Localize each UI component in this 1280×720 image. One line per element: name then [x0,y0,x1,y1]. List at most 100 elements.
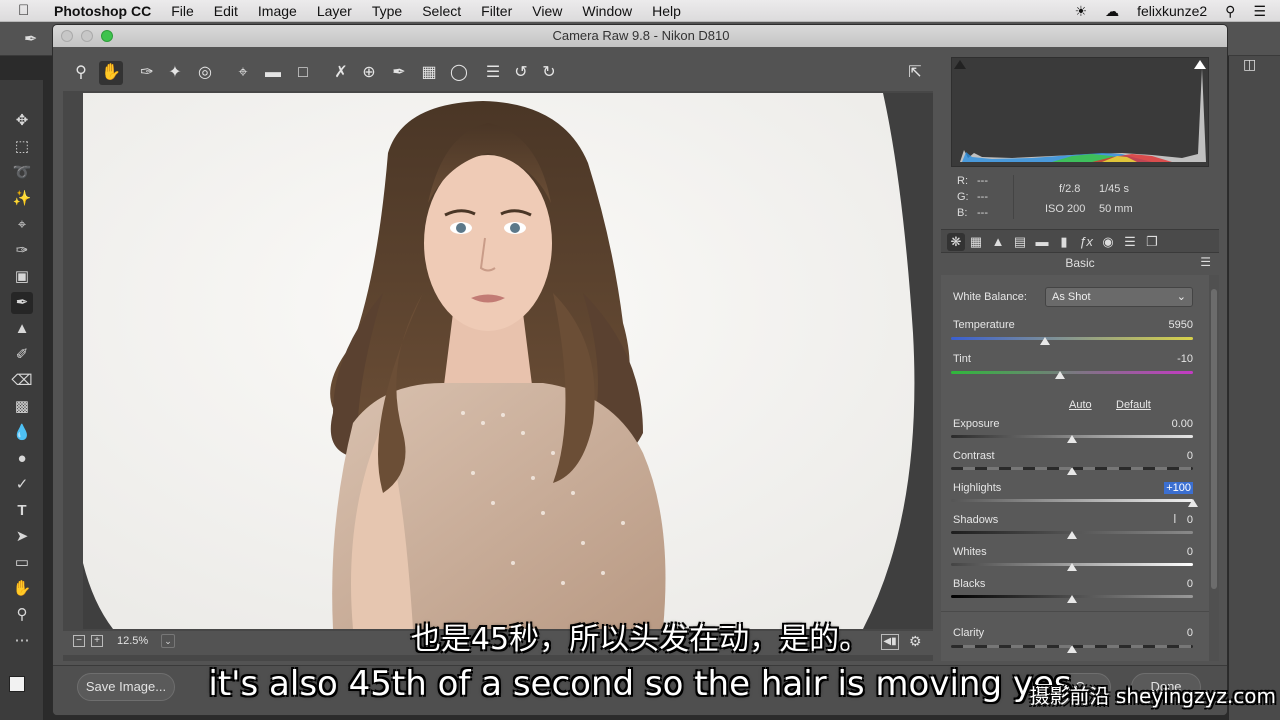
contrast-thumb[interactable] [1067,467,1077,475]
menu-type[interactable]: Type [372,3,402,19]
creative-cloud-icon[interactable]: ☁ [1105,3,1119,20]
detail-tab-icon[interactable]: ▲ [989,233,1007,251]
apple-icon[interactable]:  [18,2,38,19]
rotate-right-icon[interactable]: ↻ [537,61,561,85]
brightness-icon[interactable]: ☀ [1075,3,1088,20]
crop-tool-icon[interactable]: ⌖ [231,61,255,85]
history-brush-icon[interactable]: ✐ [11,344,33,366]
brush-tool-icon[interactable]: ✒ [11,292,33,314]
white-balance-select[interactable]: As Shot ⌄ [1045,287,1193,307]
exposure-thumb[interactable] [1067,435,1077,443]
shutter-speed: 1/45 s [1099,183,1129,195]
user-name[interactable]: felixkunze2 [1137,3,1207,19]
tone-curve-tab-icon[interactable]: ▦ [967,233,985,251]
contrast-value[interactable]: 0 [1133,450,1193,462]
zoom-window-button[interactable] [101,30,113,42]
move-tool-icon[interactable]: ✥ [11,110,33,132]
b-value: --- [977,207,988,219]
toggle-fullscreen-icon[interactable]: ⇱ [903,61,927,85]
menu-select[interactable]: Select [422,3,461,19]
temperature-thumb[interactable] [1040,337,1051,345]
whites-value[interactable]: 0 [1133,546,1193,558]
split-toning-tab-icon[interactable]: ▬ [1033,233,1051,251]
whites-thumb[interactable] [1067,563,1077,571]
blacks-thumb[interactable] [1067,595,1077,603]
gradient-tool-icon[interactable]: ▩ [11,396,33,418]
eraser-tool-icon[interactable]: ⌫ [11,370,33,392]
menu-file[interactable]: File [171,3,194,19]
transform-tool-icon[interactable]: □ [291,61,315,85]
scrollbar-thumb[interactable] [1211,289,1217,589]
pen-tool-icon[interactable]: ✓ [11,474,33,496]
notification-list-icon[interactable]: ☰ [1253,3,1266,20]
effects-tab-icon[interactable]: ƒx [1077,233,1095,251]
panel-menu-icon[interactable]: ☰ [1200,255,1211,269]
preferences-list-icon[interactable]: ☰ [481,61,505,85]
highlight-clipping-icon[interactable] [1194,60,1206,69]
radial-filter-icon[interactable]: ◯ [447,61,471,85]
quick-select-tool-icon[interactable]: ✨ [11,188,33,210]
menu-window[interactable]: Window [582,3,632,19]
close-window-button[interactable] [61,30,73,42]
camera-calibration-tab-icon[interactable]: ◉ [1099,233,1117,251]
blacks-value[interactable]: 0 [1133,578,1193,590]
panel-scrollbar[interactable] [1209,275,1219,661]
type-tool-icon[interactable]: T [11,500,33,522]
presets-tab-icon[interactable]: ☰ [1121,233,1139,251]
color-sampler-tool-icon[interactable]: ✦ [163,61,187,85]
healing-tool-icon[interactable]: ▣ [11,266,33,288]
spotlight-search-icon[interactable]: ⚲ [1225,3,1235,20]
shadows-value[interactable]: 0 [1133,514,1193,526]
tint-value[interactable]: -10 [1133,353,1193,365]
path-select-tool-icon[interactable]: ➤ [11,526,33,548]
rectangle-tool-icon[interactable]: ▭ [11,552,33,574]
temperature-slider[interactable] [951,337,1193,340]
app-menu[interactable]: Photoshop CC [54,3,151,19]
zoom-tool-icon[interactable]: ⚲ [69,61,93,85]
menu-edit[interactable]: Edit [214,3,238,19]
highlights-value-text: +100 [1164,482,1193,494]
adjustment-brush-icon[interactable]: ✒ [387,61,411,85]
highlights-slider[interactable] [951,499,1193,502]
red-eye-tool-icon[interactable]: ⊕ [357,61,381,85]
brush-icon[interactable]: ✒ [24,29,37,49]
hsl-tab-icon[interactable]: ▤ [1011,233,1029,251]
shadows-thumb[interactable] [1067,531,1077,539]
panel-layout-icon[interactable]: ◫ [1243,56,1256,73]
highlights-value[interactable]: +100 [1133,482,1193,494]
lasso-tool-icon[interactable]: ➰ [11,162,33,184]
white-balance-tool-icon[interactable]: ✑ [135,61,159,85]
aperture: f/2.8 [1059,183,1081,195]
snapshots-tab-icon[interactable]: ❐ [1143,233,1161,251]
straighten-tool-icon[interactable]: ▬ [261,61,285,85]
targeted-adjustment-tool-icon[interactable]: ◎ [193,61,217,85]
tint-slider[interactable] [951,371,1193,374]
eyedropper-tool-icon[interactable]: ✑ [11,240,33,262]
menu-filter[interactable]: Filter [481,3,512,19]
hand-tool-icon[interactable]: ✋ [11,578,33,600]
tint-thumb[interactable] [1054,371,1065,379]
menu-help[interactable]: Help [652,3,681,19]
graduated-filter-icon[interactable]: ▦ [417,61,441,85]
highlights-thumb[interactable] [1188,499,1198,507]
hand-tool-icon[interactable]: ✋ [99,61,123,85]
spot-removal-tool-icon[interactable]: ✗ [329,61,353,85]
default-link[interactable]: Default [1116,399,1151,411]
stamp-tool-icon[interactable]: ▲ [11,318,33,340]
exposure-value[interactable]: 0.00 [1133,418,1193,430]
basic-tab-icon[interactable]: ❋ [947,233,965,251]
lens-corrections-tab-icon[interactable]: ▮ [1055,233,1073,251]
menu-view[interactable]: View [532,3,562,19]
shadow-clipping-icon[interactable] [954,60,966,69]
menu-layer[interactable]: Layer [317,3,352,19]
auto-link[interactable]: Auto [1069,399,1092,411]
temperature-value[interactable]: 5950 [1133,319,1193,331]
minimize-window-button[interactable] [81,30,93,42]
blur-tool-icon[interactable]: 💧 [11,422,33,444]
menu-image[interactable]: Image [258,3,297,19]
rotate-left-icon[interactable]: ↺ [509,61,533,85]
crop-tool-icon[interactable]: ⌖ [11,214,33,236]
image-preview[interactable] [63,91,933,661]
dodge-tool-icon[interactable]: ● [11,448,33,470]
marquee-tool-icon[interactable]: ⬚ [11,136,33,158]
